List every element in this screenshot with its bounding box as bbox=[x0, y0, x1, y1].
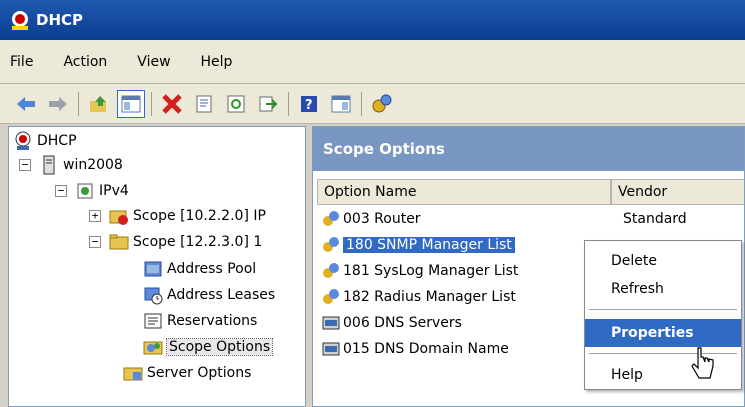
menu-action[interactable]: Action bbox=[63, 54, 107, 70]
reservations-icon bbox=[144, 313, 162, 329]
context-menu-properties[interactable]: Properties bbox=[585, 319, 741, 347]
context-menu-help[interactable]: Help bbox=[585, 361, 741, 389]
option-name: 006 DNS Servers bbox=[343, 315, 462, 331]
tree-label: Reservations bbox=[167, 313, 258, 329]
title-bar: DHCP bbox=[0, 0, 745, 40]
toolbar-separator bbox=[361, 91, 362, 116]
tree-node-server[interactable]: − win2008 bbox=[19, 153, 123, 177]
forward-arrow-icon bbox=[49, 96, 67, 111]
tree-node-server-options[interactable]: Server Options bbox=[123, 361, 251, 385]
expand-toggle[interactable]: + bbox=[89, 210, 101, 222]
pane-title: Scope Options bbox=[313, 127, 744, 171]
console-view-icon bbox=[331, 95, 351, 112]
context-menu-refresh[interactable]: Refresh bbox=[585, 275, 741, 303]
svg-text:?: ? bbox=[305, 98, 313, 113]
dns-server-icon bbox=[322, 316, 340, 330]
tree-label: win2008 bbox=[63, 157, 123, 173]
tree-label: IPv4 bbox=[99, 183, 129, 199]
tree-label: Scope [10.2.2.0] IP bbox=[133, 208, 266, 224]
collapse-toggle[interactable]: − bbox=[19, 159, 31, 171]
context-menu-delete[interactable]: Delete bbox=[585, 247, 741, 275]
refresh-button[interactable] bbox=[222, 90, 250, 118]
export-list-button[interactable] bbox=[254, 90, 282, 118]
toolbar-separator bbox=[78, 91, 79, 116]
server-icon bbox=[43, 155, 55, 175]
up-folder-icon bbox=[90, 95, 106, 112]
dhcp-app-icon bbox=[12, 11, 28, 30]
export-icon bbox=[259, 96, 278, 111]
back-button[interactable] bbox=[12, 90, 40, 118]
address-leases-icon bbox=[144, 287, 163, 305]
column-header-option-name[interactable]: Option Name bbox=[317, 179, 611, 205]
option-vendor: Standard bbox=[623, 211, 687, 227]
option-gear-icon bbox=[323, 263, 339, 278]
up-folder-button[interactable] bbox=[85, 90, 113, 118]
option-name: 015 DNS Domain Name bbox=[343, 341, 509, 357]
properties-button[interactable] bbox=[190, 90, 218, 118]
tree-label: Scope [12.2.3.0] 1 bbox=[133, 234, 263, 250]
context-menu: Delete Refresh Properties Help bbox=[584, 240, 742, 390]
tree-node-address-pool[interactable]: Address Pool bbox=[143, 257, 256, 281]
tree-label: DHCP bbox=[37, 133, 77, 149]
toolbar-separator bbox=[288, 91, 289, 116]
tree-label: Address Pool bbox=[167, 261, 257, 277]
menu-bar: File Action View Help bbox=[0, 40, 745, 84]
tree-label: Address Leases bbox=[167, 287, 276, 303]
option-name: 180 SNMP Manager List bbox=[343, 237, 515, 253]
menu-view[interactable]: View bbox=[137, 54, 170, 70]
menu-help[interactable]: Help bbox=[201, 54, 233, 70]
tree-node-reservations[interactable]: Reservations bbox=[143, 309, 257, 333]
scope-options-icon bbox=[143, 341, 163, 355]
server-options-icon bbox=[123, 367, 143, 381]
option-gear-icon bbox=[323, 237, 339, 252]
tree-node-ipv4[interactable]: − IPv4 bbox=[55, 179, 129, 203]
show-hide-tree-button[interactable] bbox=[117, 89, 145, 118]
tree-label: Scope Options bbox=[165, 338, 274, 356]
option-gear-icon bbox=[323, 211, 339, 226]
back-arrow-icon bbox=[17, 96, 35, 111]
toolbar: ? bbox=[0, 84, 745, 124]
option-row[interactable]: 003 Router Standard bbox=[321, 207, 741, 231]
help-button[interactable]: ? bbox=[295, 90, 323, 118]
mouse-cursor-icon bbox=[691, 347, 714, 379]
collapse-toggle[interactable]: − bbox=[89, 236, 101, 248]
tree-node-scope-options[interactable]: Scope Options bbox=[143, 335, 274, 359]
dhcp-root-icon bbox=[15, 131, 31, 150]
option-name: 182 Radius Manager List bbox=[343, 289, 516, 305]
tree-node-scope-10-2-2-0[interactable]: + Scope [10.2.2.0] IP bbox=[89, 204, 266, 228]
option-gear-icon bbox=[323, 289, 339, 304]
console-tree-icon bbox=[121, 95, 141, 112]
scope-folder-inactive-icon bbox=[109, 210, 128, 225]
console-tree: DHCP − win2008 − IPv4 + Scope [10.2.2.0]… bbox=[8, 126, 306, 407]
dns-domain-icon bbox=[322, 342, 340, 356]
ipv4-icon bbox=[77, 183, 93, 199]
window-title: DHCP bbox=[36, 11, 84, 29]
option-name: 181 SysLog Manager List bbox=[343, 263, 519, 279]
scope-folder-icon bbox=[109, 234, 129, 250]
help-icon: ? bbox=[301, 95, 317, 113]
menu-separator bbox=[589, 309, 737, 310]
collapse-toggle[interactable]: − bbox=[55, 185, 67, 197]
view-button[interactable] bbox=[327, 90, 355, 118]
option-name: 003 Router bbox=[343, 211, 421, 227]
tree-node-scope-12-2-3-0[interactable]: − Scope [12.2.3.0] 1 bbox=[89, 230, 262, 254]
address-pool-icon bbox=[144, 261, 162, 277]
refresh-icon bbox=[227, 95, 245, 112]
toolbar-separator bbox=[151, 91, 152, 116]
forward-button[interactable] bbox=[44, 90, 72, 118]
tree-node-dhcp[interactable]: DHCP bbox=[13, 129, 77, 153]
properties-icon bbox=[196, 95, 212, 112]
tree-node-address-leases[interactable]: Address Leases bbox=[143, 283, 275, 307]
option-gears-icon bbox=[372, 94, 392, 112]
tree-label: Server Options bbox=[147, 365, 252, 381]
column-header-vendor[interactable]: Vendor bbox=[611, 179, 744, 205]
dhcp-options-button[interactable] bbox=[368, 90, 396, 118]
menu-file[interactable]: File bbox=[10, 54, 33, 70]
delete-button[interactable] bbox=[158, 90, 186, 118]
delete-x-icon bbox=[162, 93, 182, 114]
